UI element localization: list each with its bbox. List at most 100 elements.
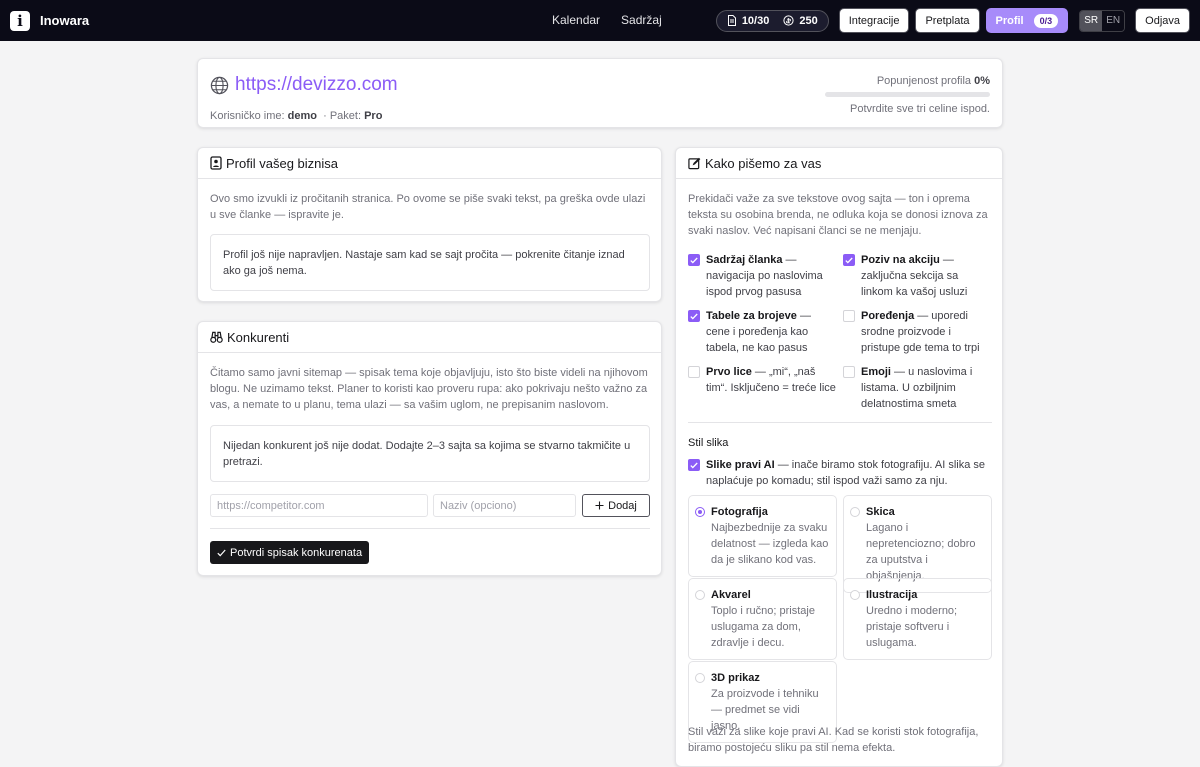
globe-icon xyxy=(210,76,229,94)
format-toggle[interactable]: Poređenja — uporedi srodne proizvode i p… xyxy=(843,308,991,356)
image-style-heading: Stil slika xyxy=(688,437,729,449)
profile-completion-text: Popunjenost profila xyxy=(876,75,972,87)
lang-sr[interactable]: SR xyxy=(1080,10,1103,31)
business-profile-title: Profil vašeg biznisa xyxy=(226,155,338,171)
document-icon xyxy=(727,15,736,26)
ai-images-toggle[interactable]: Slike pravi AI — inače biramo stok fotog… xyxy=(688,457,992,489)
plan-label: · Paket: xyxy=(323,110,362,122)
image-style-option-title: Akvarel xyxy=(711,589,751,601)
format-toggle-text: Tabele za brojeve — cene i poređenja kao… xyxy=(706,308,836,356)
add-competitor-button[interactable]: Dodaj xyxy=(582,494,650,517)
writing-settings-title: Kako pišemo za vas xyxy=(705,155,822,171)
check-icon xyxy=(690,257,698,264)
image-style-radio[interactable] xyxy=(695,507,705,517)
integrations-button[interactable]: Integracije xyxy=(838,8,910,33)
competitors-intro: Čitamo samo javni sitemap — spisak tema … xyxy=(210,367,648,411)
writing-settings-header: Kako pišemo za vas xyxy=(676,148,1002,179)
coin-icon xyxy=(783,15,794,26)
format-toggle[interactable]: Tabele za brojeve — cene i poređenja kao… xyxy=(688,308,836,356)
format-toggle-title: Prvo lice xyxy=(706,366,752,378)
check-icon xyxy=(690,462,698,469)
top-navbar: i Inowara Kalendar Sadržaj 10/30 250 Int… xyxy=(0,0,1200,41)
credits-badge[interactable]: 10/30 250 xyxy=(715,9,829,32)
ai-images-title: Slike pravi AI xyxy=(706,459,775,471)
image-style-option[interactable]: Fotografija Najbezbednije za svaku delatn… xyxy=(688,495,837,577)
format-toggle-checkbox[interactable] xyxy=(843,254,855,266)
binoculars-icon xyxy=(210,331,223,343)
format-toggle-text: Sadržaj članka — navigacija po naslovima… xyxy=(706,252,836,300)
format-toggle[interactable]: Emoji — u naslovima i listama. U ozbiljn… xyxy=(843,364,991,412)
format-toggle-title: Poziv na akciju xyxy=(861,254,940,266)
check-icon xyxy=(690,313,698,320)
format-toggle-title: Sadržaj članka xyxy=(706,254,783,266)
username-label: Korisničko ime: xyxy=(210,110,285,122)
username-value: demo xyxy=(287,110,317,122)
competitors-empty-text: Nijedan konkurent još nije dodat. Dodajt… xyxy=(223,440,631,468)
format-toggle-checkbox[interactable] xyxy=(688,366,700,378)
logout-button[interactable]: Odjava xyxy=(1135,8,1190,33)
brand[interactable]: i Inowara xyxy=(10,10,89,31)
writing-settings-intro: Prekidači važe za sve tekstove ovog sajt… xyxy=(688,193,988,237)
format-toggle[interactable]: Sadržaj članka — navigacija po naslovima… xyxy=(688,252,836,300)
image-style-option-title: Skica xyxy=(866,506,895,518)
add-competitor-label: Dodaj xyxy=(608,499,637,512)
format-toggle-checkbox[interactable] xyxy=(843,310,855,322)
site-summary-card: https://devizzo.com Korisničko ime: demo… xyxy=(197,58,1003,128)
image-style-option[interactable]: Akvarel Toplo i ručno; pristaje uslugama … xyxy=(688,578,837,660)
format-toggle-title: Tabele za brojeve xyxy=(706,310,797,322)
format-toggle[interactable]: Prvo lice — „mi“, „naš tim“. Isključeno … xyxy=(688,364,836,396)
format-toggle-text: Poziv na akciju — zaključna sekcija sa l… xyxy=(861,252,991,300)
format-toggle[interactable]: Poziv na akciju — zaključna sekcija sa l… xyxy=(843,252,991,300)
ai-images-checkbox[interactable] xyxy=(688,459,700,471)
competitor-url-input[interactable] xyxy=(210,494,428,517)
competitors-header: Konkurenti xyxy=(198,322,661,353)
id-card-icon xyxy=(210,156,222,170)
image-style-radio[interactable] xyxy=(850,590,860,600)
competitors-divider xyxy=(210,528,650,529)
site-url: https://devizzo.com xyxy=(210,74,398,96)
nav-link-calendar[interactable]: Kalendar xyxy=(552,13,600,27)
image-style-option-desc: Najbezbednije za svaku delatnost — izgle… xyxy=(711,522,829,566)
format-toggle-text: Prvo lice — „mi“, „naš tim“. Isključeno … xyxy=(706,364,836,396)
format-toggle-checkbox[interactable] xyxy=(843,366,855,378)
image-style-radio[interactable] xyxy=(850,507,860,517)
nav-right: 10/30 250 Integracije Pretplata Profil 0… xyxy=(715,8,1190,33)
profile-button[interactable]: Profil 0/3 xyxy=(985,8,1069,33)
image-style-option-body: Fotografija Najbezbednije za svaku delatn… xyxy=(711,504,830,568)
site-meta: Korisničko ime: demo · Paket: Pro xyxy=(210,110,382,122)
format-toggle-checkbox[interactable] xyxy=(688,310,700,322)
lang-en[interactable]: EN xyxy=(1102,10,1125,31)
image-style-radio[interactable] xyxy=(695,590,705,600)
format-toggle-title: Poređenja xyxy=(861,310,915,322)
format-toggle-checkbox[interactable] xyxy=(688,254,700,266)
competitors-card: Konkurenti Čitamo samo javni sitemap — s… xyxy=(197,321,662,576)
profile-completion-hint: Potvrdite sve tri celine ispod. xyxy=(849,103,990,115)
format-toggle-text: Emoji — u naslovima i listama. U ozbiljn… xyxy=(861,364,991,412)
articles-credit-value: 10/30 xyxy=(741,14,770,27)
profile-completion-bar xyxy=(825,92,990,97)
profile-progress-pill: 0/3 xyxy=(1033,13,1059,28)
pencil-square-icon xyxy=(688,157,701,169)
format-toggle-text: Poređenja — uporedi srodne proizvode i p… xyxy=(861,308,991,356)
articles-credit: 10/30 xyxy=(727,14,770,27)
coins-credit-value: 250 xyxy=(799,14,818,27)
brand-logo-icon: i xyxy=(10,10,30,31)
competitor-name-input[interactable] xyxy=(433,494,576,517)
nav-link-content[interactable]: Sadržaj xyxy=(621,13,662,27)
check-icon xyxy=(845,257,853,264)
business-profile-card: Profil vašeg biznisa Ovo smo izvukli iz … xyxy=(197,147,662,302)
image-style-option-body: Ilustracija Uredno i moderno; pristaje so… xyxy=(866,587,985,651)
check-icon xyxy=(217,549,226,556)
plus-icon xyxy=(595,501,604,510)
competitors-empty: Nijedan konkurent još nije dodat. Dodajt… xyxy=(210,425,650,482)
image-style-footnote: Stil važi za slike koje pravi AI. Kad se… xyxy=(688,726,979,754)
image-style-option-desc: Toplo i ručno; pristaje uslugama za dom,… xyxy=(711,605,815,649)
image-style-radio[interactable] xyxy=(695,673,705,683)
site-url-text[interactable]: https://devizzo.com xyxy=(235,74,398,96)
image-style-divider xyxy=(688,422,992,423)
profile-completion-value: 0% xyxy=(974,75,990,87)
subscription-button[interactable]: Pretplata xyxy=(915,8,980,33)
image-style-option[interactable]: Ilustracija Uredno i moderno; pristaje so… xyxy=(843,578,992,660)
confirm-competitors-button[interactable]: Potvrdi spisak konkurenata xyxy=(210,541,370,564)
business-profile-header: Profil vašeg biznisa xyxy=(198,148,661,179)
